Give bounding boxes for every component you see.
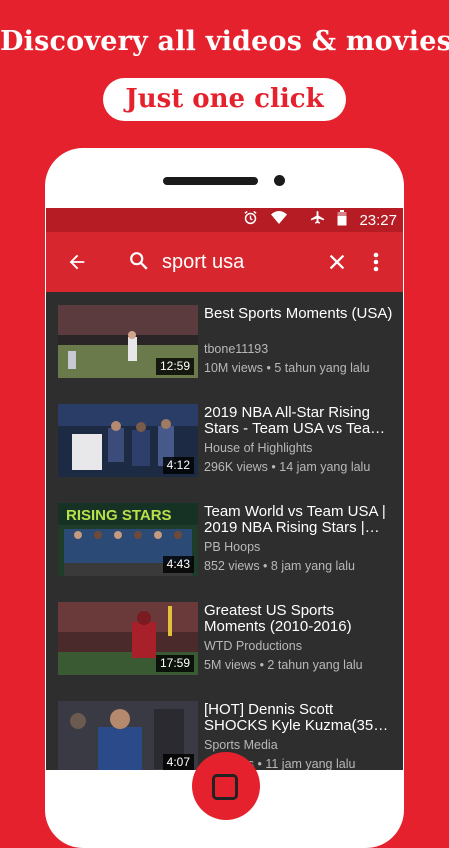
search-icon[interactable] <box>128 250 150 272</box>
video-title[interactable]: Greatest US Sports Moments (2010-2016) <box>204 603 396 635</box>
video-item[interactable]: 12:59 Best Sports Moments (USA) tbone111… <box>46 292 403 391</box>
video-item[interactable]: 17:59 Greatest US Sports Moments (2010-2… <box>46 589 403 688</box>
status-time: 23:27 <box>359 211 397 229</box>
video-thumbnail[interactable]: 4:07 <box>58 701 198 770</box>
battery-icon <box>337 209 347 231</box>
video-meta: 5M views • 2 tahun yang lalu <box>204 658 363 672</box>
video-title[interactable]: Best Sports Moments (USA) <box>204 306 396 322</box>
svg-text:RISING STARS: RISING STARS <box>66 507 172 524</box>
video-thumbnail[interactable]: 4:12 <box>58 404 198 477</box>
video-channel: WTD Productions <box>204 639 302 653</box>
video-thumbnail[interactable]: 12:59 <box>58 305 198 378</box>
search-input[interactable]: sport usa <box>162 249 244 275</box>
video-channel: tbone11193 <box>204 342 269 356</box>
app-screen: 23:27 sport usa 12:59 Best Sports Moment… <box>46 208 403 770</box>
video-title[interactable]: [HOT] Dennis Scott SHOCKS Kyle Kuzma(35… <box>204 702 396 734</box>
video-duration: 4:07 <box>162 754 194 770</box>
video-channel: House of Highlights <box>204 441 313 455</box>
status-bar: 23:27 <box>46 208 403 232</box>
video-meta: 10M views • 5 tahun yang lalu <box>204 361 370 375</box>
video-channel: Sports Media <box>204 738 278 752</box>
video-item[interactable]: 4:12 2019 NBA All-Star Rising Stars - Te… <box>46 391 403 490</box>
more-vert-icon[interactable] <box>373 250 379 274</box>
video-meta: 296K views • 14 jam yang lalu <box>204 460 371 474</box>
alarm-icon <box>243 210 258 230</box>
promo-tagline: Just one click <box>103 78 346 121</box>
video-duration: 4:43 <box>162 556 194 573</box>
airplane-icon <box>310 210 325 230</box>
home-button[interactable] <box>192 752 260 820</box>
video-thumbnail[interactable]: RISING STARS 4:43 <box>58 503 198 576</box>
video-title[interactable]: 2019 NBA All-Star Rising Stars - Team US… <box>204 405 396 437</box>
video-title[interactable]: Team World vs Team USA | 2019 NBA Rising… <box>204 504 396 536</box>
video-item[interactable]: RISING STARS 4:43 Team World vs Team USA… <box>46 490 403 589</box>
phone-camera <box>274 175 285 186</box>
phone-speaker <box>163 177 258 185</box>
wifi-icon <box>270 210 288 230</box>
close-icon[interactable] <box>326 251 348 273</box>
video-duration: 17:59 <box>155 655 194 672</box>
app-bar: sport usa <box>46 232 403 292</box>
video-meta: 852 views • 8 jam yang lalu <box>204 559 355 573</box>
video-duration: 4:12 <box>162 457 194 474</box>
video-channel: PB Hoops <box>204 540 261 554</box>
promo-headline: Discovery all videos & movies <box>0 26 449 57</box>
video-duration: 12:59 <box>155 358 194 375</box>
home-square-icon <box>212 774 238 800</box>
arrow-left-icon[interactable] <box>66 251 88 273</box>
video-thumbnail[interactable]: 17:59 <box>58 602 198 675</box>
